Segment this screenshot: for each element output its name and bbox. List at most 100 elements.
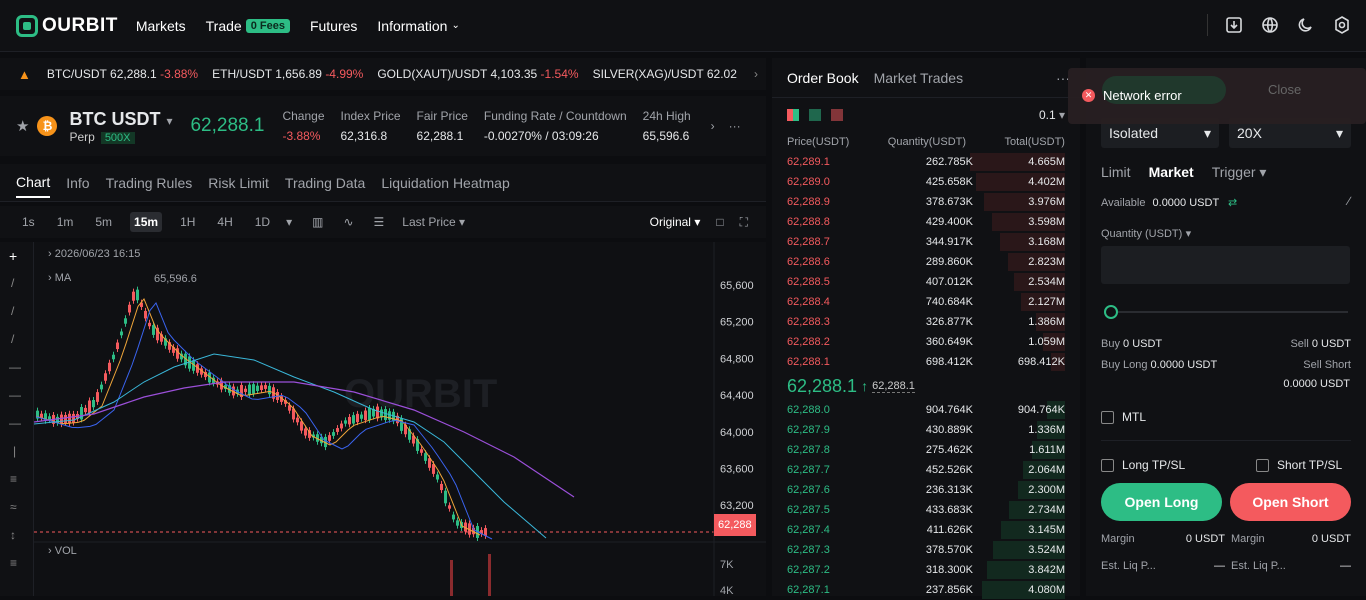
bid-row[interactable]: 62,287.8 275.462K 1.611M bbox=[772, 440, 1080, 460]
layout-icon[interactable]: □ bbox=[716, 215, 723, 229]
ticker-item[interactable]: BTC/USDT 62,288.1 -3.88% bbox=[47, 67, 198, 81]
symbol-block[interactable]: BTC USDT ▾ Perp 500X bbox=[69, 109, 172, 144]
tab-order-book[interactable]: Order Book bbox=[787, 70, 859, 86]
ask-row[interactable]: 62,288.6 289.860K 2.823M bbox=[772, 252, 1080, 272]
step-select[interactable]: 0.1 ▾ bbox=[1039, 108, 1065, 122]
price-chart[interactable]: OURBIT 65,600 65,200 64,800 64,400 64,000 63,… bbox=[34, 242, 766, 596]
nav-information[interactable]: Information ⌄ bbox=[377, 18, 459, 34]
ask-row[interactable]: 62,288.2 360.649K 1.059M bbox=[772, 332, 1080, 352]
book-both-icon[interactable] bbox=[787, 109, 799, 121]
hline-icon[interactable]: — bbox=[9, 360, 21, 374]
indicator-icon[interactable]: ∿ bbox=[343, 215, 353, 229]
ticker-item[interactable]: ETH/USDT 1,656.89 -4.99% bbox=[212, 67, 363, 81]
tab-trading-rules[interactable]: Trading Rules bbox=[106, 169, 193, 197]
order-type-limit[interactable]: Limit bbox=[1101, 164, 1131, 181]
order-type-market[interactable]: Market bbox=[1149, 164, 1194, 181]
bid-row[interactable]: 62,287.5 433.683K 2.734M bbox=[772, 500, 1080, 520]
interval-1s[interactable]: 1s bbox=[18, 212, 39, 232]
bid-row[interactable]: 62,287.4 411.626K 3.145M bbox=[772, 520, 1080, 540]
candlestick-icon[interactable]: ▥ bbox=[312, 215, 323, 229]
vline-icon[interactable]: | bbox=[13, 444, 16, 458]
moon-icon[interactable] bbox=[1296, 15, 1316, 35]
quantity-slider[interactable] bbox=[1104, 304, 1348, 320]
candlestick-chart[interactable]: OURBIT 65,600 65,200 64,800 64,400 64,000 63,… bbox=[34, 242, 766, 596]
hray-icon[interactable]: — bbox=[9, 388, 21, 402]
mid-price[interactable]: 62,288.1 ↑ 62,288.1 bbox=[772, 372, 1080, 400]
ask-row[interactable]: 62,288.3 326.877K 1.386M bbox=[772, 312, 1080, 332]
vol-legend[interactable]: › VOL bbox=[48, 545, 77, 557]
bid-row[interactable]: 62,287.9 430.889K 1.336M bbox=[772, 420, 1080, 440]
interval-5m[interactable]: 5m bbox=[91, 212, 116, 232]
stat-24h-high: 24h High 65,596.6 bbox=[643, 109, 693, 143]
interval-1h[interactable]: 1H bbox=[176, 212, 199, 232]
list-icon[interactable]: ☰ bbox=[374, 215, 385, 229]
interval-1d[interactable]: 1D bbox=[251, 212, 274, 232]
pattern-icon[interactable]: ≈ bbox=[10, 500, 17, 514]
bid-row[interactable]: 62,287.6 236.313K 2.300M bbox=[772, 480, 1080, 500]
globe-icon[interactable] bbox=[1260, 15, 1280, 35]
tab-risk-limit[interactable]: Risk Limit bbox=[208, 169, 269, 197]
ask-row[interactable]: 62,288.9 378.673K 3.976M bbox=[772, 192, 1080, 212]
crosshair-icon[interactable]: + bbox=[9, 248, 17, 264]
ask-row[interactable]: 62,288.8 429.400K 3.598M bbox=[772, 212, 1080, 232]
bid-row[interactable]: 62,287.1 237.856K 4.080M bbox=[772, 580, 1080, 600]
ask-row[interactable]: 62,289.0 425.658K 4.402M bbox=[772, 172, 1080, 192]
tab-trading-data[interactable]: Trading Data bbox=[285, 169, 365, 197]
brand-logo[interactable]: OURBIT bbox=[16, 14, 118, 37]
settings-icon[interactable] bbox=[1332, 15, 1352, 35]
nav-futures[interactable]: Futures bbox=[310, 18, 357, 34]
order-type-trigger[interactable]: Trigger ▾ bbox=[1212, 164, 1267, 181]
ask-row[interactable]: 62,288.1 698.412K 698.412K bbox=[772, 352, 1080, 372]
ray-icon[interactable]: / bbox=[11, 304, 14, 318]
bid-row[interactable]: 62,288.0 904.764K 904.764K bbox=[772, 400, 1080, 420]
measure-icon[interactable]: ↕ bbox=[10, 528, 16, 542]
bid-row[interactable]: 62,287.2 318.300K 3.842M bbox=[772, 560, 1080, 580]
open-long-button[interactable]: Open Long bbox=[1101, 483, 1222, 521]
ticker-change: -4.99% bbox=[325, 67, 364, 81]
star-icon[interactable]: ★ bbox=[16, 117, 29, 135]
book-bids-icon[interactable] bbox=[809, 109, 821, 121]
ticker-item[interactable]: GOLD(XAUT)/USDT 4,103.35 -1.54% bbox=[377, 67, 578, 81]
ask-row[interactable]: 62,288.7 344.917K 3.168M bbox=[772, 232, 1080, 252]
tab-info[interactable]: Info bbox=[66, 169, 89, 197]
hsegment-icon[interactable]: — bbox=[9, 416, 21, 430]
ma-legend[interactable]: › MA bbox=[48, 272, 71, 284]
bid-row[interactable]: 62,287.3 378.570K 3.524M bbox=[772, 540, 1080, 560]
download-icon[interactable] bbox=[1224, 15, 1244, 35]
fullscreen-icon[interactable]: ⛶ bbox=[740, 215, 748, 230]
interval-15m[interactable]: 15m bbox=[130, 212, 163, 232]
mtl-checkbox[interactable]: MTL bbox=[1101, 410, 1146, 425]
interval-4h[interactable]: 4H bbox=[213, 212, 236, 232]
candle bbox=[360, 414, 363, 419]
transfer-icon[interactable]: ⇄ bbox=[1228, 197, 1237, 209]
trendline-icon[interactable]: / bbox=[11, 276, 14, 290]
book-asks-icon[interactable] bbox=[831, 109, 843, 121]
channel-icon[interactable]: / bbox=[11, 332, 14, 346]
ticker-item[interactable]: SILVER(XAG)/USDT 62.02 bbox=[593, 67, 737, 81]
short-tpsl-checkbox[interactable]: Short TP/SL bbox=[1256, 458, 1342, 473]
fib-icon[interactable]: ≡ bbox=[10, 472, 17, 486]
open-short-button[interactable]: Open Short bbox=[1230, 483, 1351, 521]
caret-down-icon[interactable]: ▾ bbox=[286, 215, 292, 229]
bid-row[interactable]: 62,287.7 452.526K 2.064M bbox=[772, 460, 1080, 480]
close-button[interactable]: Close bbox=[1268, 82, 1301, 97]
tab-market-trades[interactable]: Market Trades bbox=[874, 70, 963, 86]
chevron-right-icon[interactable]: › bbox=[711, 119, 715, 133]
quantity-input[interactable] bbox=[1101, 246, 1350, 284]
tab-chart[interactable]: Chart bbox=[16, 168, 51, 198]
ask-row[interactable]: 62,288.4 740.684K 2.127M bbox=[772, 292, 1080, 312]
view-select[interactable]: Original ▾ bbox=[650, 215, 701, 229]
quantity-label[interactable]: Quantity (USDT) ▾ bbox=[1101, 226, 1191, 240]
ask-row[interactable]: 62,289.1 262.785K 4.665M bbox=[772, 152, 1080, 172]
nav-trade[interactable]: Trade 0 Fees bbox=[206, 18, 290, 34]
interval-1m[interactable]: 1m bbox=[53, 212, 78, 232]
tab-liquidation-heatmap[interactable]: Liquidation Heatmap bbox=[381, 169, 509, 197]
long-tpsl-checkbox[interactable]: Long TP/SL bbox=[1101, 458, 1185, 473]
price-type-select[interactable]: Last Price ▾ bbox=[402, 215, 465, 229]
nav-markets[interactable]: Markets bbox=[136, 18, 186, 34]
ruler-icon[interactable]: ≡ bbox=[10, 556, 17, 570]
calculator-icon[interactable]: ∕ bbox=[1348, 194, 1350, 208]
more-icon[interactable]: ··· bbox=[729, 119, 741, 133]
ask-row[interactable]: 62,288.5 407.012K 2.534M bbox=[772, 272, 1080, 292]
chevron-right-icon[interactable]: › bbox=[754, 67, 758, 81]
